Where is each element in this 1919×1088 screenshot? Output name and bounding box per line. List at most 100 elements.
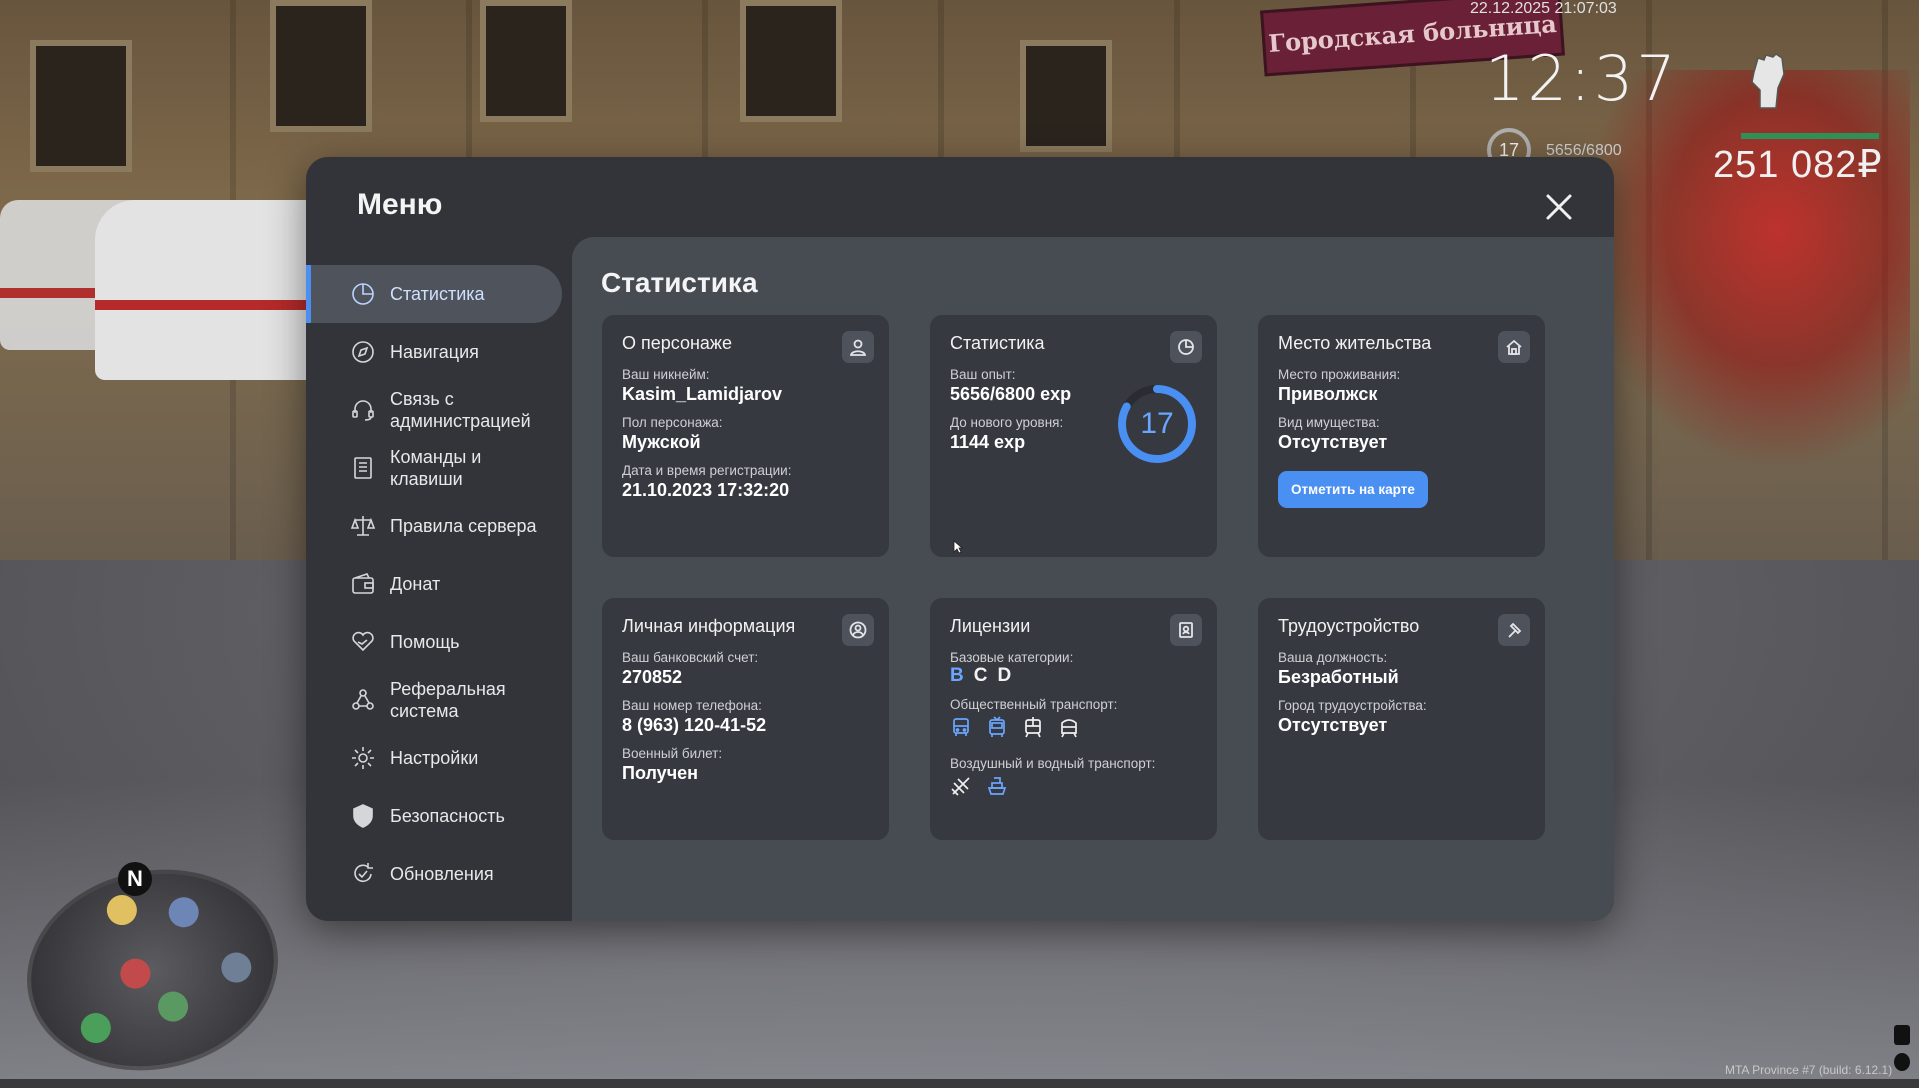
clock-icon [350, 281, 376, 307]
hud-money: 251 082₽ [1713, 144, 1883, 186]
nickname-value: Kasim_Lamidjarov [622, 384, 783, 404]
property-value: Отсутствует [1278, 432, 1388, 452]
player-marker-icon [117, 955, 154, 992]
sidebar-item-commands[interactable]: Команды и клавиши [306, 439, 562, 497]
category-c: C [973, 665, 988, 686]
bank-account-value: 270852 [622, 667, 683, 687]
statistics-card: Статистика Ваш опыт: 5656/6800 exp До но… [930, 315, 1217, 557]
voice-icon [1894, 1053, 1910, 1071]
north-indicator: N [118, 862, 152, 896]
sidebar-item-donate[interactable]: Донат [306, 555, 562, 613]
clock-icon [1170, 331, 1202, 363]
sidebar-item-label: Связь с администрацией [390, 389, 531, 431]
residence-label: Место проживания: [1278, 367, 1401, 382]
sidebar-item-label: Донат [390, 573, 441, 594]
sidebar-item-navigation[interactable]: Навигация [306, 323, 562, 381]
license-categories: B C D [950, 665, 1197, 687]
sidebar-item-updates[interactable]: Обновления [306, 845, 562, 903]
user-icon [842, 331, 874, 363]
gear-icon [350, 745, 376, 771]
nickname-label: Ваш никнейм: [622, 367, 710, 382]
target-icon [78, 1010, 114, 1046]
mouse-cursor-icon [953, 540, 963, 554]
work-city-label: Город трудоустройства: [1278, 698, 1427, 713]
christmas-lights [1580, 70, 1910, 470]
registration-label: Дата и время регистрации: [622, 463, 792, 478]
compass-icon [350, 339, 376, 365]
plane-icon [950, 775, 976, 801]
map-blip-icon [104, 892, 140, 928]
military-label: Военный билет: [622, 746, 723, 761]
sidebar-item-server-rules[interactable]: Правила сервера [306, 497, 562, 555]
sidebar-item-settings[interactable]: Настройки [306, 729, 562, 787]
hud-datetime: 22.12.2025 21:07:03 [1470, 0, 1617, 17]
exp-label: Ваш опыт: [950, 367, 1016, 382]
employment-card: Трудоустройство Ваша должность: Безработ… [1258, 598, 1545, 840]
military-value: Получен [622, 763, 699, 783]
bank-icon [218, 949, 255, 986]
mark-on-map-button[interactable]: Отметить на карте [1278, 471, 1428, 508]
boat-icon [986, 775, 1012, 801]
tram-icon [1022, 716, 1048, 742]
card-title: О персонаже [622, 333, 732, 353]
menu-modal: Меню Статистика Навигация Связь с админи… [306, 157, 1614, 921]
refresh-icon [350, 861, 376, 887]
bank-account-label: Ваш банковский счет: [622, 650, 759, 665]
position-value: Безработный [1278, 667, 1399, 687]
shield-icon [350, 803, 376, 829]
fist-weapon-icon [1746, 52, 1790, 112]
base-categories-label: Базовые категории: [950, 650, 1074, 665]
headset-icon [350, 397, 376, 423]
card-title: Личная информация [622, 616, 796, 636]
trolleybus-icon [986, 716, 1012, 742]
sidebar-item-statistics[interactable]: Статистика [306, 265, 562, 323]
sidebar-item-admin-contact[interactable]: Связь с администрацией [306, 381, 562, 439]
menu-title: Меню [357, 188, 443, 221]
licenses-card: Лицензии Базовые категории: B C D Общест… [930, 598, 1217, 840]
user-circle-icon [842, 614, 874, 646]
category-d: D [997, 665, 1012, 686]
scales-icon [350, 513, 376, 539]
public-transport-label: Общественный транспорт: [950, 697, 1118, 712]
sidebar-item-help[interactable]: Помощь [306, 613, 562, 671]
position-label: Ваша должность: [1278, 650, 1388, 665]
sidebar-item-label: Безопасность [390, 805, 505, 826]
home-icon [1498, 331, 1530, 363]
level-number: 17 [1140, 407, 1174, 440]
sidebar-nav: Статистика Навигация Связь с администрац… [306, 265, 562, 903]
hammer-icon [1498, 614, 1530, 646]
residence-value: Приволжск [1278, 384, 1378, 404]
phone-value: 8 (963) 120-41-52 [622, 715, 767, 735]
sidebar-item-label: Правила сервера [390, 515, 537, 536]
category-b: B [950, 665, 964, 686]
sidebar-item-referral[interactable]: Реферальная система [306, 671, 562, 729]
sidebar-item-label: Навигация [390, 341, 479, 362]
health-bar [1741, 133, 1879, 139]
sidebar-item-label: Помощь [390, 631, 460, 652]
card-title: Место жительства [1278, 333, 1432, 353]
page-title: Статистика [601, 267, 758, 298]
character-card: О персонаже Ваш никнейм: Kasim_Lamidjaro… [602, 315, 889, 557]
ambulance-van [95, 200, 325, 380]
air-water-transport-label: Воздушный и водный транспорт: [950, 756, 1156, 771]
house-icon [155, 988, 191, 1025]
list-icon [350, 455, 376, 481]
license-icon [1170, 614, 1202, 646]
personal-info-card: Личная информация Ваш банковский счет: 2… [602, 598, 889, 840]
gender-value: Мужской [622, 432, 701, 452]
close-button[interactable] [1542, 190, 1576, 224]
sidebar-item-security[interactable]: Безопасность [306, 787, 562, 845]
heart-hand-icon [350, 629, 376, 655]
sidebar-item-label: Статистика [390, 283, 485, 304]
card-title: Статистика [950, 333, 1045, 353]
bus-icon [950, 716, 976, 742]
card-title: Лицензии [950, 616, 1031, 636]
bell-icon [165, 894, 202, 931]
sidebar-item-label: Реферальная система [390, 679, 506, 721]
air-water-transport-icons [950, 775, 1197, 801]
referral-icon [350, 687, 376, 713]
gender-label: Пол персонажа: [622, 415, 723, 430]
property-label: Вид имущества: [1278, 415, 1380, 430]
sidebar-item-label: Обновления [390, 863, 494, 884]
phone-label: Ваш номер телефона: [622, 698, 762, 713]
